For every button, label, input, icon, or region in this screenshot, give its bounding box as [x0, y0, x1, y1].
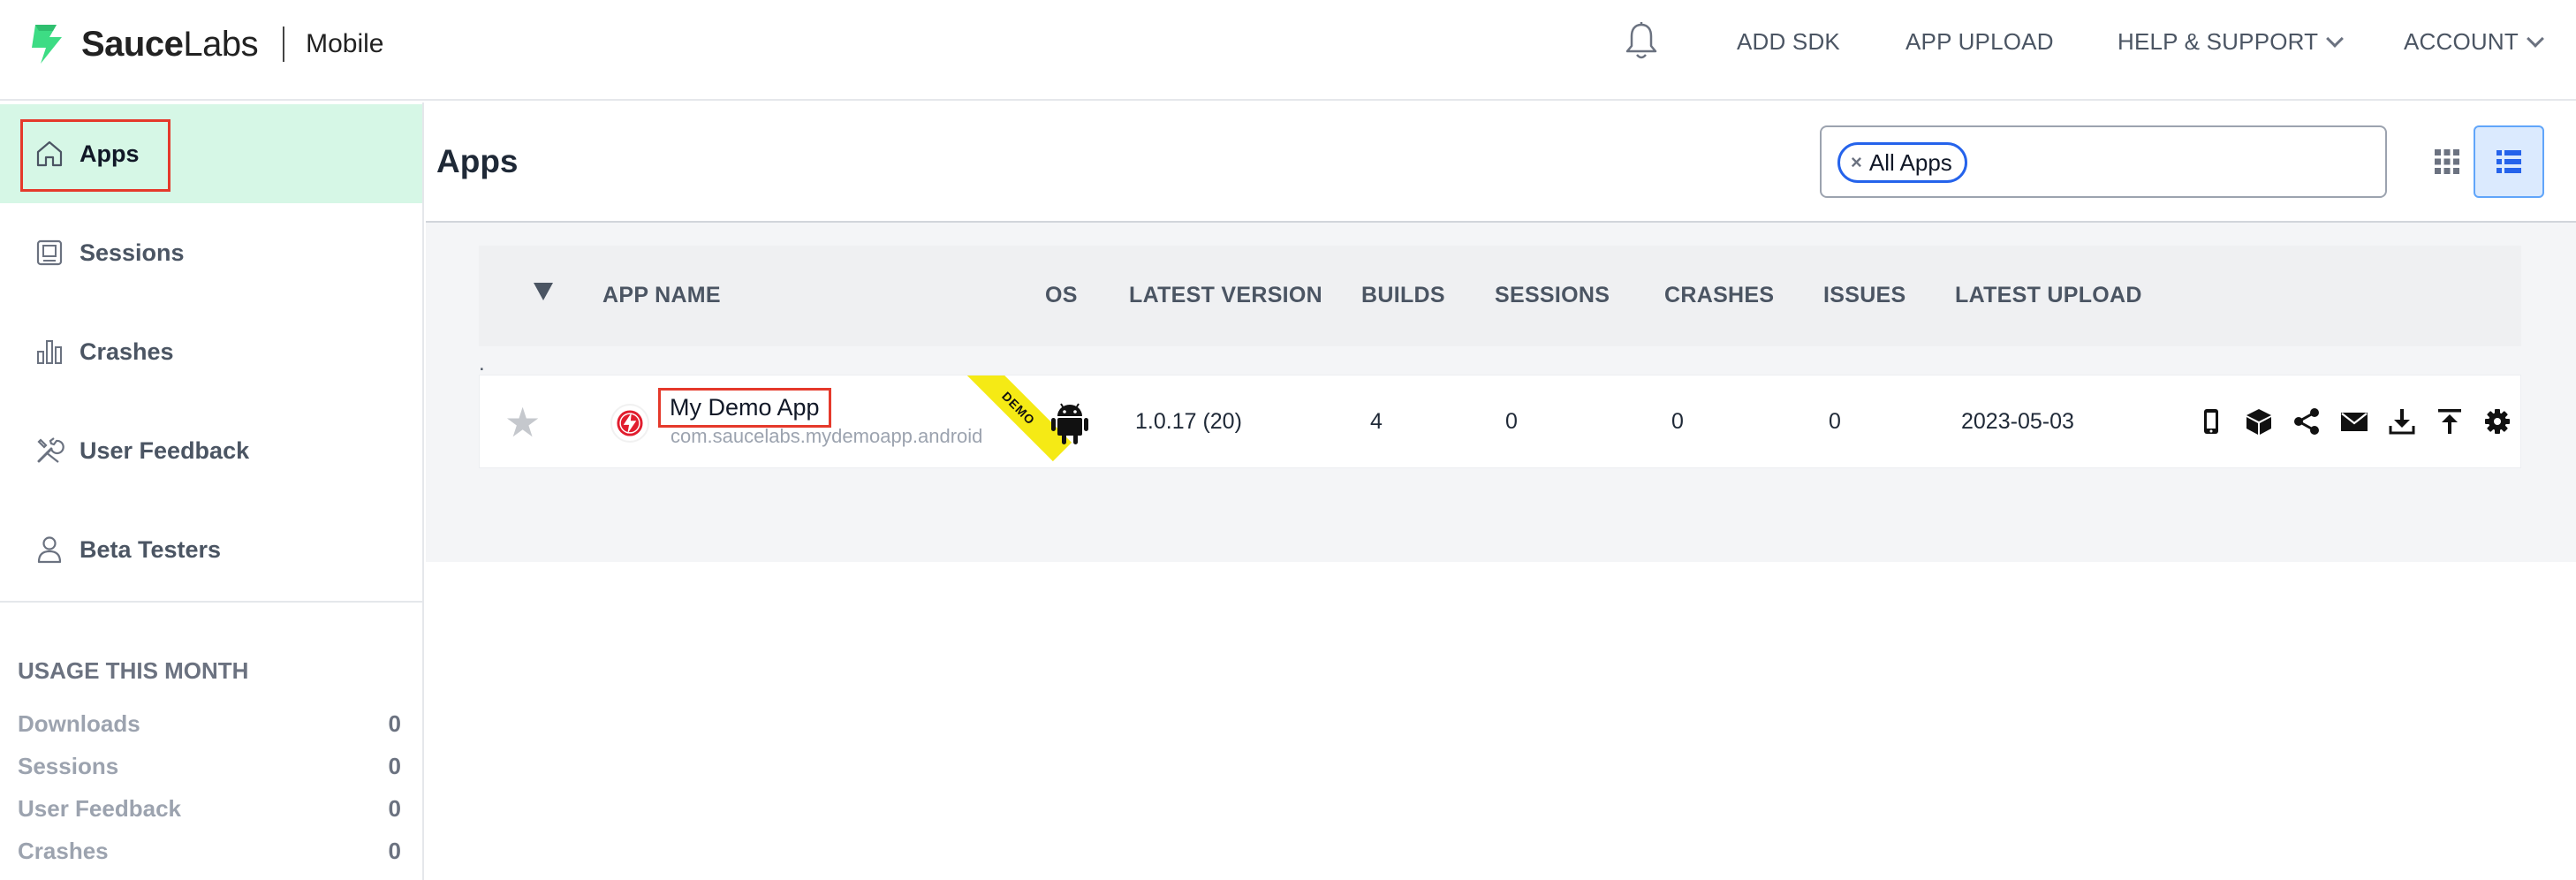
column-header-builds[interactable]: BUILDS	[1361, 283, 1445, 308]
chevron-down-icon	[2527, 29, 2544, 48]
nav-account[interactable]: ACCOUNT	[2404, 28, 2544, 56]
usage-row-sessions: Sessions 0	[18, 753, 401, 780]
usage-row-crashes: Crashes 0	[18, 838, 401, 865]
person-icon	[37, 536, 62, 564]
chevron-down-icon	[2326, 29, 2345, 48]
sidebar-item-label: Beta Testers	[80, 535, 222, 563]
usage-label: Crashes	[18, 838, 109, 864]
sidebar-item-apps[interactable]: Apps	[0, 104, 422, 203]
list-icon	[2496, 150, 2521, 173]
usage-row-user-feedback: User Feedback 0	[18, 795, 401, 823]
app-name-link[interactable]: My Demo App	[658, 388, 831, 428]
app-package-name: com.saucelabs.mydemoapp.android	[671, 425, 983, 447]
latest-version-cell: 1.0.17 (20)	[1135, 409, 1242, 434]
sidebar-item-label: Crashes	[80, 338, 174, 365]
sidebar-item-beta-testers[interactable]: Beta Testers	[0, 500, 422, 599]
table-header: APP NAME OS LATEST VERSION BUILDS SESSIO…	[479, 246, 2521, 346]
column-header-latest-upload[interactable]: LATEST UPLOAD	[1955, 283, 2142, 308]
table-row[interactable]: ★ My Demo App com.saucelabs.mydemoapp.an…	[479, 375, 2521, 468]
page-title: Apps	[436, 143, 519, 179]
package-icon	[2246, 409, 2271, 435]
builds-button[interactable]	[2241, 402, 2277, 441]
usage-label: Sessions	[18, 753, 119, 779]
favorite-star-icon[interactable]: ★	[504, 402, 541, 443]
sessions-cell: 0	[1505, 409, 1518, 434]
grid-icon	[2435, 149, 2459, 174]
usage-label: User Feedback	[18, 795, 181, 822]
column-header-os[interactable]: OS	[1045, 283, 1078, 308]
sidebar-item-sessions[interactable]: Sessions	[0, 203, 422, 302]
sort-toggle-icon[interactable]	[534, 283, 553, 300]
brand-name: SauceLabs	[81, 24, 259, 64]
sidebar-item-label: Apps	[80, 140, 140, 167]
settings-button[interactable]	[2480, 402, 2515, 441]
column-header-sessions[interactable]: SESSIONS	[1495, 283, 1610, 308]
main-content: Apps × All Apps APP NAME OS LATEST VERSI…	[426, 102, 2576, 880]
tools-icon	[37, 437, 64, 463]
chip-label: All Apps	[1868, 148, 1952, 176]
usage-title: USAGE THIS MONTH	[18, 657, 249, 684]
nav-add-sdk-label: ADD SDK	[1737, 28, 1840, 55]
sidebar-item-label: Sessions	[80, 239, 185, 266]
phone-icon	[2204, 409, 2218, 434]
usage-value: 0	[388, 710, 401, 737]
app-filter-input[interactable]: × All Apps	[1820, 125, 2387, 198]
usage-value: 0	[388, 838, 401, 864]
group-marker: .	[479, 352, 485, 376]
logo-separator	[283, 27, 285, 62]
column-header-crashes[interactable]: CRASHES	[1664, 283, 1774, 308]
chip-remove-icon[interactable]: ×	[1851, 151, 1862, 174]
share-button[interactable]	[2289, 402, 2324, 441]
column-header-app-name[interactable]: APP NAME	[602, 283, 721, 308]
nav-add-sdk[interactable]: ADD SDK	[1737, 28, 1840, 56]
filter-chip-all-apps[interactable]: × All Apps	[1837, 142, 1967, 183]
nav-app-upload[interactable]: APP UPLOAD	[1905, 28, 2054, 56]
row-actions	[2193, 402, 2515, 441]
usage-value: 0	[388, 753, 401, 779]
saucelabs-logo-icon	[32, 25, 62, 64]
nav-account-label: ACCOUNT	[2404, 28, 2519, 55]
issues-cell: 0	[1829, 409, 1841, 434]
email-button[interactable]	[2337, 402, 2372, 441]
sidebar: Apps Sessions Crashes User Feedback Beta…	[0, 102, 424, 880]
sidebar-divider	[0, 601, 422, 603]
sidebar-item-user-feedback[interactable]: User Feedback	[0, 401, 422, 500]
apps-table-area: APP NAME OS LATEST VERSION BUILDS SESSIO…	[426, 223, 2576, 562]
app-logo-icon	[610, 404, 649, 443]
usage-label: Downloads	[18, 710, 140, 737]
column-header-latest-version[interactable]: LATEST VERSION	[1129, 283, 1322, 308]
sidebar-item-crashes[interactable]: Crashes	[0, 302, 422, 401]
android-icon	[1051, 403, 1088, 444]
grid-view-button[interactable]	[2412, 125, 2482, 198]
download-icon	[2389, 409, 2415, 435]
crashes-cell: 0	[1671, 409, 1684, 434]
saucelabs-logo[interactable]: SauceLabs Mobile	[23, 19, 383, 69]
download-button[interactable]	[2384, 402, 2420, 441]
home-icon	[36, 140, 63, 167]
bar-chart-icon	[37, 340, 62, 364]
mail-icon	[2341, 413, 2368, 431]
install-on-device-button[interactable]	[2193, 402, 2229, 441]
nav-help-support[interactable]: HELP & SUPPORT	[2118, 28, 2345, 56]
product-name: Mobile	[306, 29, 384, 58]
column-header-issues[interactable]: ISSUES	[1823, 283, 1906, 308]
bell-icon[interactable]	[1624, 21, 1659, 60]
usage-row-downloads: Downloads 0	[18, 710, 401, 738]
builds-cell: 4	[1370, 409, 1383, 434]
latest-upload-cell: 2023-05-03	[1961, 409, 2074, 434]
gear-icon	[2485, 409, 2510, 434]
usage-value: 0	[388, 795, 401, 822]
nav-help-support-label: HELP & SUPPORT	[2118, 28, 2319, 55]
sidebar-item-label: User Feedback	[80, 436, 250, 464]
list-view-button[interactable]	[2474, 125, 2544, 198]
nav-app-upload-label: APP UPLOAD	[1905, 28, 2054, 55]
share-icon	[2294, 408, 2319, 435]
upload-icon	[2438, 409, 2461, 434]
sessions-icon	[36, 239, 63, 266]
top-header: SauceLabs Mobile ADD SDK APP UPLOAD HELP…	[0, 0, 2576, 101]
upload-button[interactable]	[2432, 402, 2467, 441]
